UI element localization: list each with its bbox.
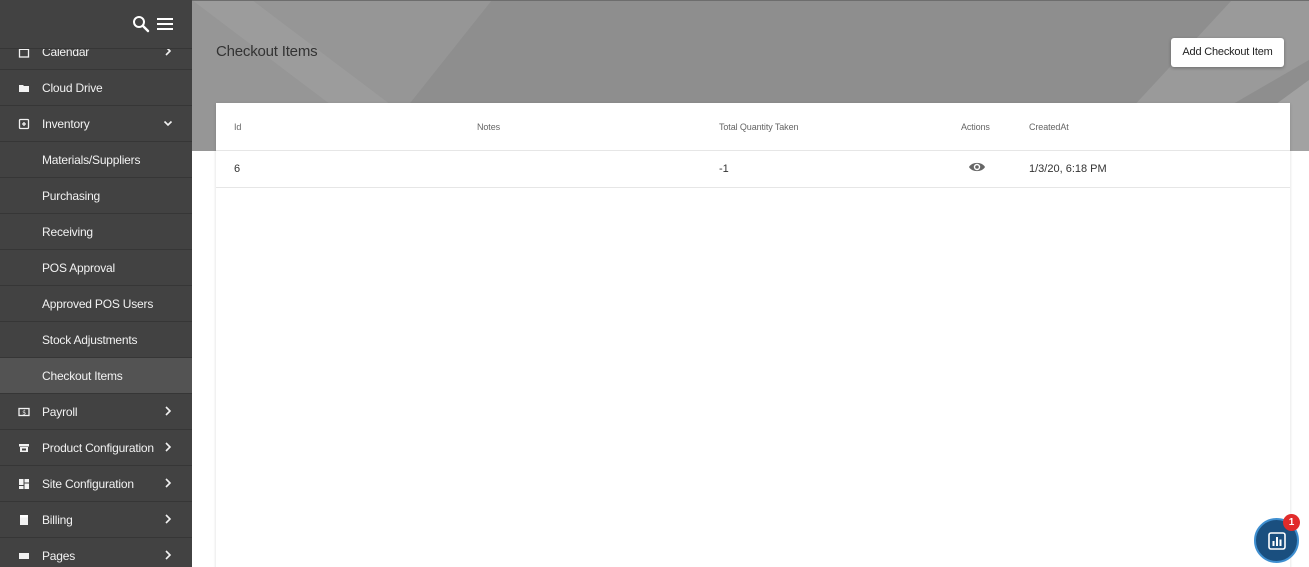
billing-icon [20,515,28,525]
cell-total-quantity-taken: -1 [719,163,729,175]
sidebar-item-cloud-drive[interactable]: Cloud Drive [0,70,192,106]
sidebar-item-payroll[interactable]: $ Payroll [0,394,192,430]
sidebar-item-site-configuration[interactable]: Site Configuration [0,466,192,502]
chevron-right-icon [165,442,172,452]
column-header-id[interactable]: Id [234,122,241,132]
chevron-right-icon [165,406,172,416]
add-checkout-item-button[interactable]: Add Checkout Item [1171,38,1284,67]
dashboard-icon [19,479,29,489]
sidebar-item-label: Site Configuration [42,477,134,491]
chevron-right-icon [165,514,172,524]
sidebar-item-label: Stock Adjustments [42,333,138,347]
payroll-icon: $ [18,407,30,417]
bar-chart-icon [1268,532,1286,550]
main-content: Checkout Items Add Checkout Item Id Note… [192,0,1309,567]
sidebar-item-label: Payroll [42,405,78,419]
notification-badge: 1 [1283,514,1300,531]
column-header-actions: Actions [961,122,990,132]
sidebar-item-label: Inventory [42,117,90,131]
chevron-right-icon [165,478,172,488]
sidebar-item-pos-approval[interactable]: POS Approval [0,250,192,286]
search-icon[interactable] [131,14,151,34]
sidebar-item-label: Checkout Items [42,369,123,383]
sidebar-item-product-configuration[interactable]: Product Configuration [0,430,192,466]
column-header-notes[interactable]: Notes [477,122,500,132]
sidebar-item-stock-adjustments[interactable]: Stock Adjustments [0,322,192,358]
sidebar-item-label: Purchasing [42,189,101,203]
sidebar-item-label: Billing [42,513,73,527]
sidebar-item-inventory[interactable]: Inventory [0,106,192,142]
sidebar-item-label: POS Approval [42,261,115,275]
sidebar-item-label: Materials/Suppliers [42,153,141,167]
sidebar-item-billing[interactable]: Billing [0,502,192,538]
checkout-items-table-card: Id Notes Total Quantity Taken Actions Cr… [216,103,1290,567]
sidebar-item-receiving[interactable]: Receiving [0,214,192,250]
chevron-right-icon [165,550,172,560]
sidebar: Calendar Cloud Drive Inventory Materials… [0,0,192,567]
sidebar-item-label: Pages [42,549,76,563]
sidebar-item-checkout-items[interactable]: Checkout Items [0,358,192,394]
folder-icon [19,85,29,92]
sidebar-item-label: Cloud Drive [42,81,103,95]
cell-id: 6 [234,163,241,175]
sidebar-nav: Calendar Cloud Drive Inventory Materials… [0,34,192,567]
sidebar-item-materials-suppliers[interactable]: Materials/Suppliers [0,142,192,178]
sidebar-item-purchasing[interactable]: Purchasing [0,178,192,214]
sidebar-item-approved-pos-users[interactable]: Approved POS Users [0,286,192,322]
svg-text:$: $ [22,410,26,417]
table-header: Id Notes Total Quantity Taken Actions Cr… [216,103,1290,151]
sidebar-item-label: Approved POS Users [42,297,154,311]
menu-icon[interactable] [156,15,174,33]
table-row[interactable]: 6 -1 1/3/20, 6:18 PM [216,151,1290,188]
inventory-icon [18,118,30,130]
column-header-created-at[interactable]: CreatedAt [1029,122,1069,132]
sidebar-item-label: Product Configuration [42,441,154,455]
view-icon[interactable] [968,160,986,174]
column-header-total-quantity-taken[interactable]: Total Quantity Taken [719,122,798,132]
store-icon [19,444,29,452]
sidebar-header [0,0,192,49]
cell-created-at: 1/3/20, 6:18 PM [1029,163,1107,175]
sidebar-item-label: Receiving [42,225,93,239]
page-icon [19,553,29,559]
page-title: Checkout Items [216,43,318,60]
chevron-down-icon [163,120,173,127]
sidebar-item-pages[interactable]: Pages [0,538,192,567]
